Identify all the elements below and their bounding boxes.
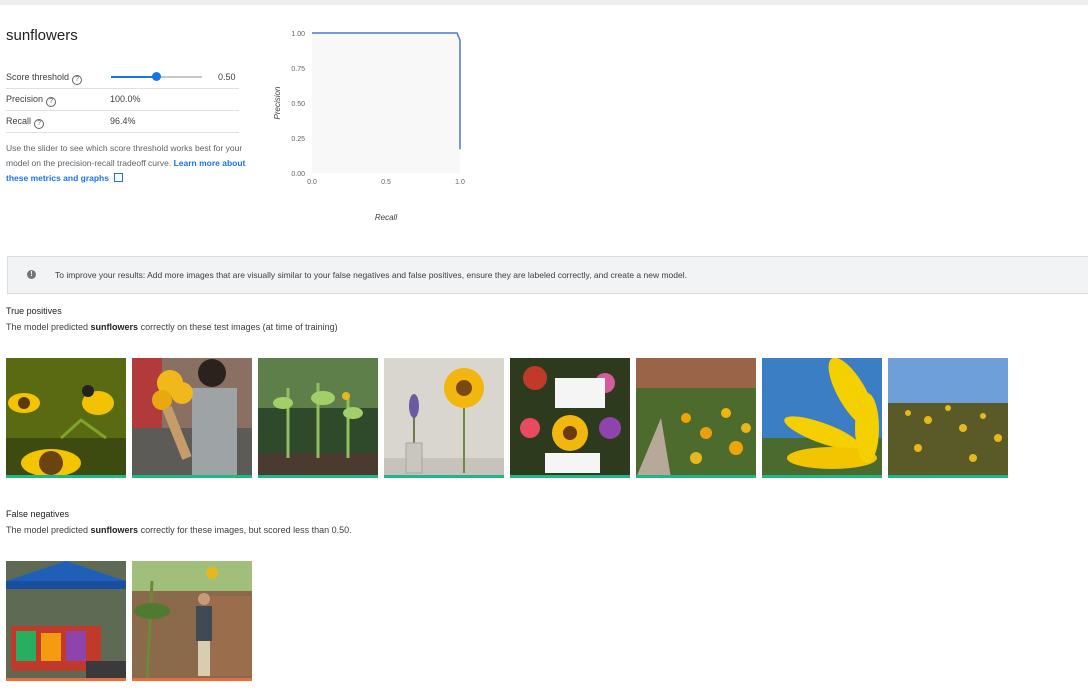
help-icon[interactable]: ? <box>34 119 45 129</box>
thumbnail-market-stall-tent-image[interactable] <box>6 561 126 681</box>
score-threshold-row: Score threshold? 0.50 <box>6 67 239 89</box>
y-tick-label: 0.00 <box>291 171 305 178</box>
y-tick-label: 0.75 <box>291 66 305 73</box>
metrics-table: Score threshold? 0.50 Precision? 100.0% … <box>6 67 239 133</box>
score-threshold-label-wrap: Score threshold? <box>6 72 83 85</box>
market-stall-tent-image <box>6 561 126 681</box>
sunflower-field-image <box>888 358 1008 478</box>
young-sunflower-plants-image <box>258 358 378 478</box>
precision-value: 100.0% <box>110 94 141 104</box>
man-beside-tall-sunflower-image <box>132 561 252 681</box>
thumbnail-garden-border-flowers-image[interactable] <box>636 358 756 478</box>
true-positives-description: The model predicted sunflowers correctly… <box>6 322 338 332</box>
banner-text: To improve your results: Add more images… <box>55 270 687 280</box>
true-positive-bar <box>6 475 126 478</box>
sunflower-in-vase-image <box>384 358 504 478</box>
true-positive-bar <box>510 475 630 478</box>
x-tick-label: 0.0 <box>307 179 317 186</box>
y-tick-label: 1.00 <box>291 31 305 38</box>
true-positive-bar <box>888 475 1008 478</box>
tp-desc-label: sunflowers <box>90 322 139 332</box>
tp-desc-after: correctly on these test images (at time … <box>138 322 338 332</box>
improve-results-banner: ! To improve your results: Add more imag… <box>7 256 1088 294</box>
score-threshold-slider-thumb[interactable] <box>152 72 161 81</box>
true-positive-bar <box>762 475 882 478</box>
false-negatives-title: False negatives <box>6 509 70 519</box>
info-icon: ! <box>27 270 36 279</box>
true-positive-bar <box>258 475 378 478</box>
recall-row: Recall? 96.4% <box>6 111 239 133</box>
garden-border-flowers-image <box>636 358 756 478</box>
label-title: sunflowers <box>6 27 78 44</box>
flower-arrangement-image <box>510 358 630 478</box>
fn-desc-label: sunflowers <box>90 525 139 535</box>
precision-label: Precision <box>6 94 44 104</box>
top-bar <box>0 0 1088 5</box>
goldfinch-on-sunflower-image <box>6 358 126 478</box>
y-tick-label: 0.50 <box>291 101 305 108</box>
thumbnail-sunflower-field-image[interactable] <box>888 358 1008 478</box>
help-icon[interactable]: ? <box>46 97 57 107</box>
slider-fill[interactable] <box>111 76 157 78</box>
score-threshold-value: 0.50 <box>218 72 236 82</box>
y-axis-label: Precision <box>273 86 282 119</box>
recall-value: 96.4% <box>110 116 136 126</box>
thumbnail-sunflower-in-vase-image[interactable] <box>384 358 504 478</box>
slider-hint: Use the slider to see which score thresh… <box>6 141 246 186</box>
precision-row: Precision? 100.0% <box>6 89 239 111</box>
x-tick-label: 1.0 <box>455 179 465 186</box>
false-negative-bar <box>6 678 126 681</box>
plot-area <box>312 33 460 173</box>
precision-recall-chart: 0.00 0.25 0.50 0.75 1.00 0.0 0.5 1.0 Precision… <box>273 31 465 222</box>
x-axis-label: Recall <box>375 213 397 222</box>
true-positive-bar <box>636 475 756 478</box>
thumbnail-woman-holding-sunflower-bouquet-image[interactable] <box>132 358 252 478</box>
thumbnail-flower-arrangement-image[interactable] <box>510 358 630 478</box>
sunflower-petals-closeup-image <box>762 358 882 478</box>
fn-desc-after: correctly for these images, but scored l… <box>138 525 352 535</box>
recall-label-wrap: Recall? <box>6 116 45 129</box>
woman-holding-sunflower-bouquet-image <box>132 358 252 478</box>
open-in-new-icon[interactable] <box>113 173 123 182</box>
false-negative-bar <box>132 678 252 681</box>
false-negatives-description: The model predicted sunflowers correctly… <box>6 525 352 535</box>
true-positive-bar <box>132 475 252 478</box>
true-positive-bar <box>384 475 504 478</box>
thumbnail-goldfinch-on-sunflower-image[interactable] <box>6 358 126 478</box>
recall-label: Recall <box>6 116 32 126</box>
fn-desc-before: The model predicted <box>6 525 91 535</box>
slider-track[interactable] <box>156 76 202 78</box>
score-threshold-label: Score threshold <box>6 72 70 82</box>
thumbnail-man-beside-tall-sunflower-image[interactable] <box>132 561 252 681</box>
thumbnail-young-sunflower-plants-image[interactable] <box>258 358 378 478</box>
x-tick-label: 0.5 <box>381 179 391 186</box>
thumbnail-sunflower-petals-closeup-image[interactable] <box>762 358 882 478</box>
true-positives-title: True positives <box>6 306 62 316</box>
precision-label-wrap: Precision? <box>6 94 57 107</box>
help-icon[interactable]: ? <box>72 75 83 85</box>
y-tick-label: 0.25 <box>291 136 305 143</box>
tp-desc-before: The model predicted <box>6 322 91 332</box>
